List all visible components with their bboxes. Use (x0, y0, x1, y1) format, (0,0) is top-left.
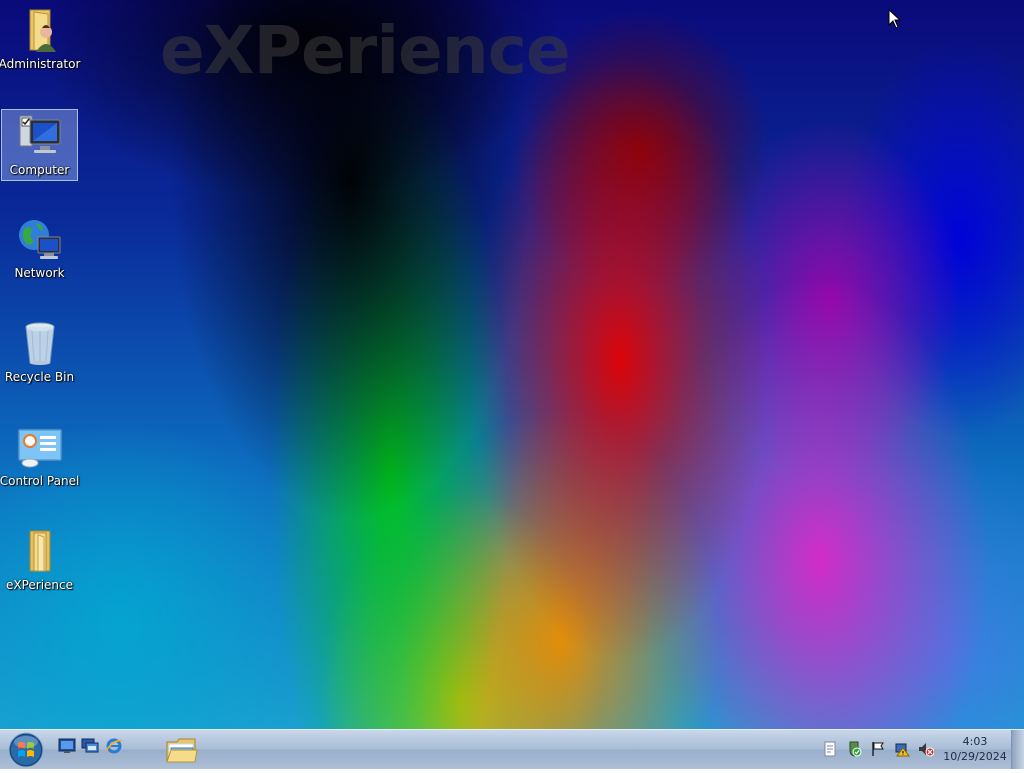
network-icon (18, 220, 60, 259)
desktop-icon-experience[interactable]: eXPerience (2, 525, 77, 595)
clock-time: 4:03 (962, 735, 988, 748)
desktop-icon-label: Control Panel (0, 474, 80, 488)
wallpaper-watermark: eXPerience (160, 12, 571, 89)
taskbar-windows-explorer[interactable] (160, 732, 204, 768)
show-desktop-button[interactable] (1011, 730, 1024, 769)
network-tray-icon[interactable] (894, 741, 910, 757)
desktop-icon-network[interactable]: Network (2, 213, 77, 283)
volume-muted-icon[interactable] (918, 741, 934, 757)
clock-date: 10/29/2024 (943, 750, 1007, 763)
system-clock[interactable]: 4:03 10/29/2024 (938, 734, 1012, 764)
desktop-icon-label: Computer (9, 163, 70, 177)
switch-windows-icon[interactable] (81, 737, 99, 755)
desktop-icon-recycle-bin[interactable]: Recycle Bin (2, 317, 77, 387)
notes-icon[interactable] (822, 741, 838, 757)
windows-explorer-icon (166, 738, 198, 763)
desktop-icon-label: Recycle Bin (4, 370, 75, 384)
security-icon[interactable] (846, 741, 862, 757)
desktop-icon-label: eXPerience (5, 578, 74, 592)
action-center-flag-icon[interactable] (870, 741, 886, 757)
folder-icon (29, 530, 50, 572)
recycle-bin-icon (25, 322, 54, 365)
start-button[interactable] (6, 731, 46, 769)
internet-explorer-icon[interactable] (105, 737, 123, 755)
mouse-pointer-icon (888, 9, 902, 29)
show-desktop-icon[interactable] (58, 737, 76, 755)
control-panel-icon (17, 428, 62, 468)
desktop-icon-computer[interactable]: Computer (1, 109, 78, 181)
desktop-icon-label: Network (14, 266, 65, 280)
desktop-icon-control-panel[interactable]: Control Panel (0, 421, 80, 491)
computer-icon (19, 115, 60, 153)
user-folder-icon (29, 9, 56, 52)
desktop-icon-administrator[interactable]: Administrator (0, 4, 81, 74)
taskbar: 4:03 10/29/2024 (0, 729, 1024, 769)
windows-orb-icon (8, 732, 44, 768)
desktop[interactable]: eXPerience Administrator Computer Networ… (0, 0, 1024, 729)
desktop-icon-label: Administrator (0, 57, 81, 71)
